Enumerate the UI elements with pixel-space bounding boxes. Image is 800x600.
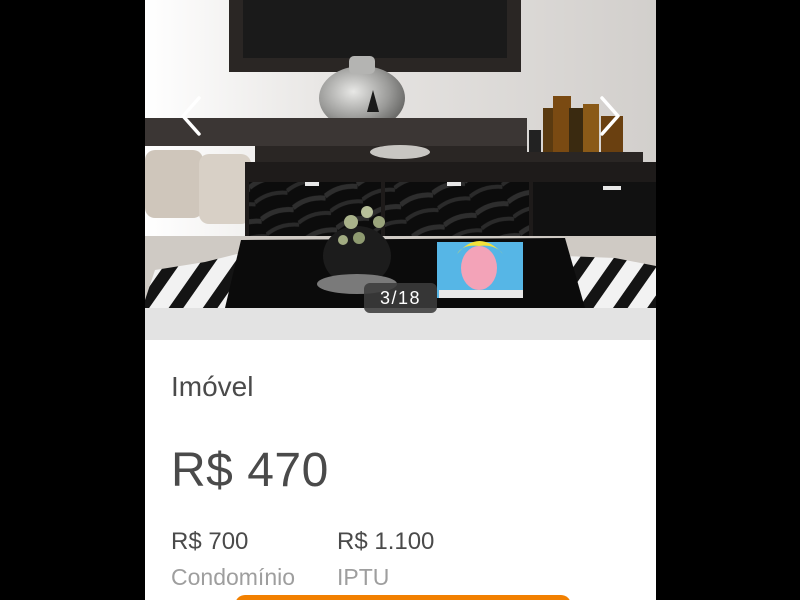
- listing-screen: 3/18 Imóvel R$ 470 R$ 700 Condomínio R$ …: [145, 0, 656, 600]
- photo-gallery[interactable]: [145, 0, 656, 308]
- iptu-fee-label: IPTU: [337, 564, 390, 590]
- chevron-left-icon: [181, 96, 201, 136]
- photo-counter: 3/18: [364, 283, 437, 313]
- listing-category: Imóvel: [171, 371, 254, 402]
- contact-button[interactable]: [235, 595, 571, 600]
- condominium-fee-value: R$ 700: [171, 528, 249, 555]
- listing-photo: [145, 0, 656, 308]
- condominium-fee: R$ 700 Condomínio: [171, 528, 295, 591]
- condominium-fee-label: Condomínio: [171, 564, 296, 590]
- next-photo-button[interactable]: [590, 92, 630, 140]
- previous-photo-button[interactable]: [171, 92, 211, 140]
- iptu-fee-value: R$ 1.100: [337, 528, 435, 555]
- chevron-right-icon: [600, 96, 620, 136]
- iptu-fee: R$ 1.100 IPTU: [337, 528, 434, 591]
- listing-price: R$ 470: [171, 444, 329, 497]
